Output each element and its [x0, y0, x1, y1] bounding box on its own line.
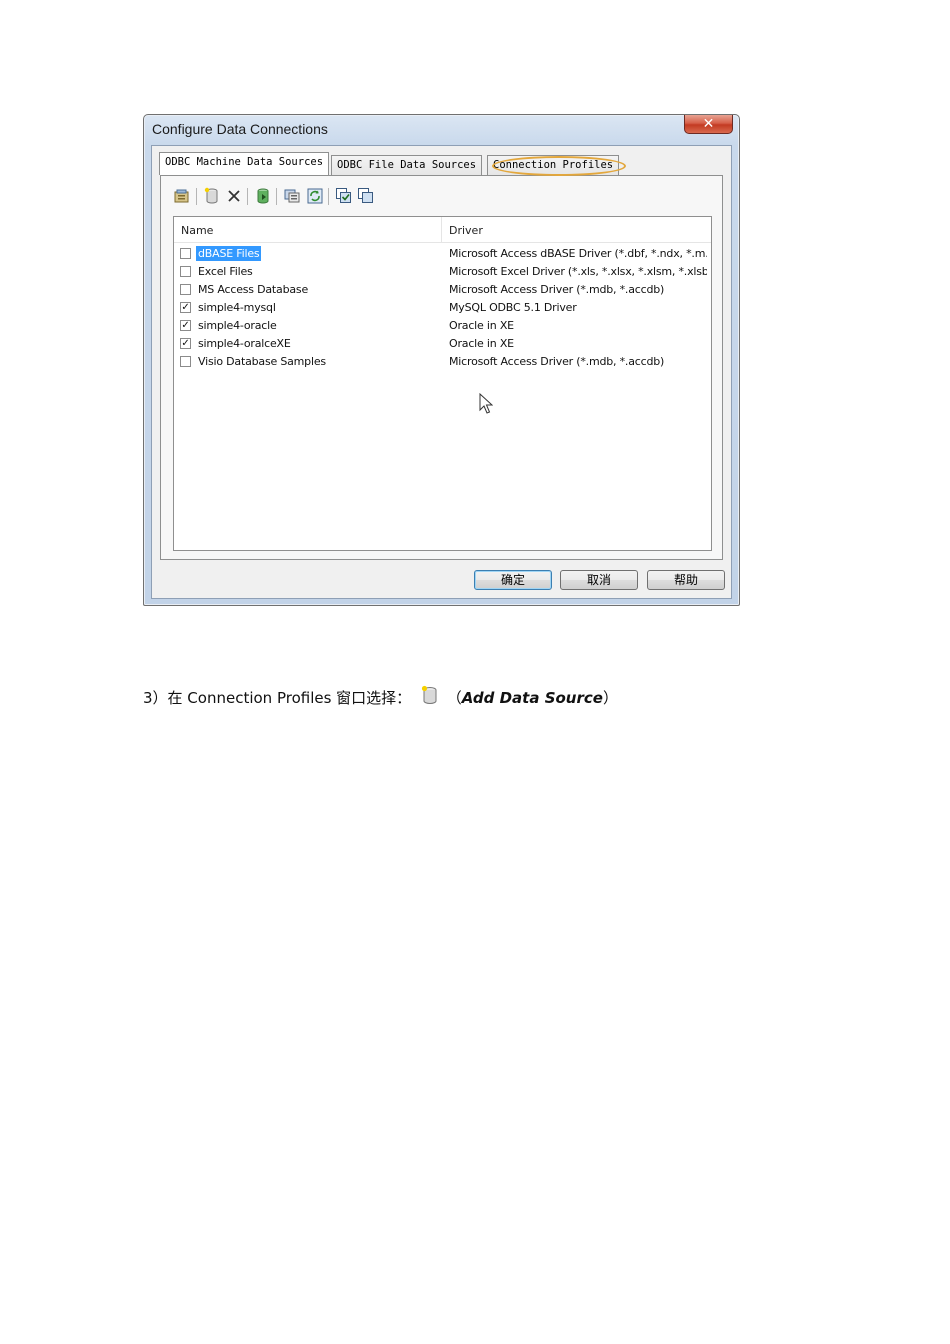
list-item[interactable]: ✓ simple4-oracle Oracle in XE: [174, 317, 711, 335]
row-checkbox[interactable]: [180, 356, 191, 367]
row-name: Excel Files: [198, 265, 253, 278]
row-name: simple4-mysql: [198, 301, 276, 314]
row-driver: Microsoft Access Driver (*.mdb, *.accdb): [449, 355, 665, 368]
column-header-driver[interactable]: Driver: [449, 224, 483, 237]
row-driver: Oracle in XE: [449, 337, 514, 350]
row-driver: Microsoft Access Driver (*.mdb, *.accdb): [449, 283, 665, 296]
test-connection-icon[interactable]: [254, 187, 272, 205]
list-header: Name Driver: [174, 217, 711, 243]
column-header-name[interactable]: Name: [181, 224, 213, 237]
add-data-source-icon[interactable]: [203, 187, 221, 205]
row-checkbox[interactable]: ✓: [180, 320, 191, 331]
row-driver: Microsoft Excel Driver (*.xls, *.xlsx, *…: [449, 265, 707, 278]
row-driver: Oracle in XE: [449, 319, 514, 332]
toolbar-separator: [328, 188, 329, 205]
odbc-admin-icon[interactable]: [283, 187, 301, 205]
toolbar-separator: [276, 188, 277, 205]
instruction-text: 3）在 Connection Profiles 窗口选择： （Add Data …: [143, 684, 618, 708]
instruction-prefix: 3）在 Connection Profiles 窗口选择：: [143, 689, 412, 707]
row-name: Visio Database Samples: [198, 355, 326, 368]
toolbar-separator: [196, 188, 197, 205]
uncheck-all-icon[interactable]: [357, 187, 375, 205]
ok-button[interactable]: 确定: [474, 570, 552, 590]
row-checkbox[interactable]: [180, 248, 191, 259]
list-item[interactable]: ✓ simple4-mysql MySQL ODBC 5.1 Driver: [174, 299, 711, 317]
tab-odbc-file-data-sources[interactable]: ODBC File Data Sources: [331, 155, 483, 175]
toolbar: [169, 186, 709, 208]
list-item[interactable]: dBASE Files Microsoft Access dBASE Drive…: [174, 245, 711, 263]
data-source-list[interactable]: Name Driver dBASE Files Microsoft Access…: [173, 216, 712, 551]
row-name: simple4-oralceXE: [198, 337, 291, 350]
list-item[interactable]: ✓ simple4-oralceXE Oracle in XE: [174, 335, 711, 353]
check-all-icon[interactable]: [335, 187, 353, 205]
row-driver: MySQL ODBC 5.1 Driver: [449, 301, 577, 314]
close-button[interactable]: ✕: [684, 115, 733, 134]
cancel-button[interactable]: 取消: [560, 570, 638, 590]
row-checkbox[interactable]: [180, 284, 191, 295]
row-driver: Microsoft Access dBASE Driver (*.dbf, *.…: [449, 247, 707, 260]
list-item[interactable]: Excel Files Microsoft Excel Driver (*.xl…: [174, 263, 711, 281]
toolbar-separator: [247, 188, 248, 205]
row-name: simple4-oracle: [198, 319, 277, 332]
row-name: MS Access Database: [198, 283, 309, 296]
dialog-client-area: ODBC Machine Data Sources ODBC File Data…: [151, 145, 732, 599]
tab-odbc-machine-data-sources[interactable]: ODBC Machine Data Sources: [159, 152, 330, 175]
instruction-close-paren: ）: [602, 689, 618, 707]
add-data-source-icon: [421, 685, 437, 704]
configure-data-connections-dialog: Configure Data Connections ✕ ODBC Machin…: [143, 114, 740, 606]
tab-panel: Name Driver dBASE Files Microsoft Access…: [160, 175, 723, 560]
delete-icon[interactable]: [225, 187, 243, 205]
instruction-open-paren: （: [446, 689, 462, 707]
row-checkbox[interactable]: ✓: [180, 338, 191, 349]
row-checkbox[interactable]: [180, 266, 191, 277]
dialog-title: Configure Data Connections: [152, 121, 328, 137]
refresh-icon[interactable]: [306, 187, 324, 205]
list-item[interactable]: Visio Database Samples Microsoft Access …: [174, 353, 711, 371]
row-checkbox[interactable]: ✓: [180, 302, 191, 313]
list-item[interactable]: MS Access Database Microsoft Access Driv…: [174, 281, 711, 299]
instruction-emphasis: Add Data Source: [461, 689, 603, 707]
properties-icon[interactable]: [173, 187, 191, 205]
row-name: dBASE Files: [196, 246, 262, 261]
connection-profiles-highlight: [492, 156, 626, 176]
help-button[interactable]: 帮助: [647, 570, 725, 590]
mouse-cursor-icon: [479, 393, 493, 414]
column-divider[interactable]: [441, 217, 442, 242]
